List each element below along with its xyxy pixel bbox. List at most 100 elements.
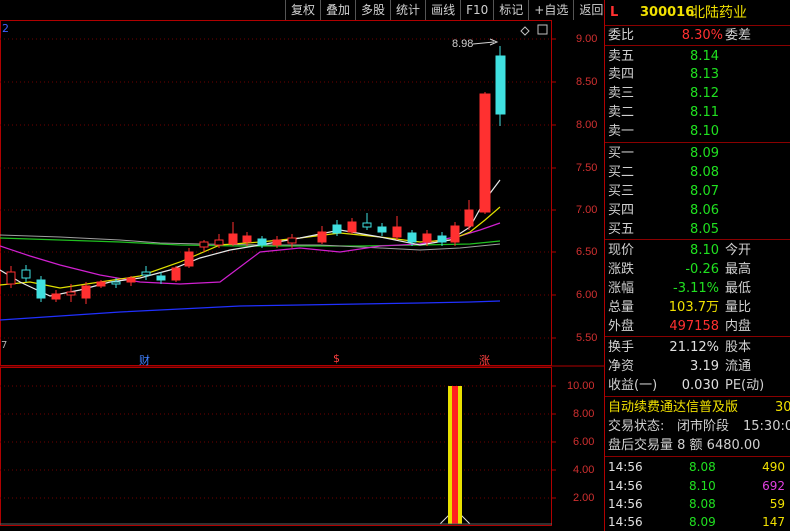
candle: [422, 233, 432, 243]
sell-label: 卖五: [608, 49, 635, 64]
sell-row[interactable]: 卖五 8.14: [605, 48, 790, 65]
tick-time: 14:56: [608, 479, 643, 493]
tick-row: 14:56 8.10 692: [605, 477, 790, 495]
volume-bar-inner: [452, 386, 458, 524]
panel-resize-icon[interactable]: [537, 24, 548, 35]
volume-tick: 4.00: [573, 464, 595, 476]
sell-price: 8.10: [690, 124, 719, 139]
after-hours-text: 盘后交易量 8 额 6480.00: [608, 438, 761, 453]
buy-row[interactable]: 买二 8.08: [605, 164, 790, 181]
candle: [6, 271, 16, 285]
toolbar-button-f10[interactable]: F10: [460, 0, 493, 20]
diamond-icon[interactable]: [520, 26, 530, 36]
sell-row[interactable]: 卖四 8.13: [605, 66, 790, 83]
weicha-label: 委差: [725, 28, 752, 43]
stat-row: 现价 8.10 今开: [605, 242, 790, 259]
quote-header: L 300016 北陆药业: [605, 3, 790, 23]
buy-row[interactable]: 买四 8.06: [605, 202, 790, 219]
candle: [392, 226, 402, 238]
marquee-row[interactable]: 自动续费通达信普及版 30: [605, 399, 790, 416]
stat-label: 外盘: [608, 319, 635, 334]
stat-row: 涨幅 -3.11% 最低: [605, 280, 790, 297]
event-marker-dividend[interactable]: $: [333, 352, 340, 365]
candle: [96, 281, 106, 287]
marquee-text[interactable]: 自动续费通达信普及版: [608, 399, 738, 416]
sell-price: 8.13: [690, 67, 719, 82]
total-volume: 103.7万: [668, 300, 719, 315]
candle: [287, 237, 297, 244]
tick-row: 14:56 8.09 147: [605, 513, 790, 531]
event-marker-limit-up[interactable]: 涨: [479, 352, 490, 368]
buy-price: 8.08: [690, 165, 719, 180]
buy-row[interactable]: 买一 8.09: [605, 145, 790, 162]
candle: [377, 226, 387, 233]
price-tick: 6.00: [576, 289, 598, 301]
extra-label: 换手: [608, 340, 635, 355]
candle: [242, 235, 252, 243]
status-label: 交易状态:: [608, 419, 665, 434]
tick-row: 14:56 8.08 59: [605, 495, 790, 513]
candle: [51, 293, 61, 300]
toolbar-button-add-favorite[interactable]: +自选: [528, 0, 573, 20]
candle: [347, 221, 357, 233]
candle: [214, 239, 224, 246]
extra-row: 收益(一) 0.030 PE(动): [605, 377, 790, 394]
candle: [437, 235, 447, 243]
volume-panel-frame: [0, 367, 552, 526]
candle: [36, 279, 46, 299]
buy-label: 买一: [608, 146, 635, 161]
tick-volume: 147: [762, 515, 785, 529]
tick-time: 14:56: [608, 515, 643, 529]
after-hours-row: 盘后交易量 8 额 6480.00: [605, 437, 790, 454]
buy-row[interactable]: 买三 8.07: [605, 183, 790, 200]
stat-label: 涨幅: [608, 281, 635, 296]
toolbar-button-statistics[interactable]: 统计: [390, 0, 425, 20]
volume-tick: 8.00: [573, 408, 595, 420]
kline-chart[interactable]: [0, 20, 604, 531]
buy-label: 买二: [608, 165, 635, 180]
stat-label: 总量: [608, 300, 635, 315]
candle: [141, 271, 151, 276]
price-tick: 7.50: [576, 162, 598, 174]
ma-line-yellow: [0, 206, 501, 289]
candle: [126, 277, 136, 283]
event-marker-finance[interactable]: 财: [139, 352, 150, 368]
sell-row[interactable]: 卖一 8.10: [605, 123, 790, 140]
toolbar-button-mark[interactable]: 标记: [493, 0, 528, 20]
candle: [495, 55, 506, 115]
candle: [184, 251, 194, 267]
buy-row[interactable]: 买五 8.05: [605, 221, 790, 238]
stat-label-2: 今开: [725, 243, 752, 258]
sell-label: 卖四: [608, 67, 635, 82]
tick-price: 8.08: [689, 460, 716, 474]
tick-volume: 692: [762, 479, 785, 493]
toolbar-button-draw-line[interactable]: 画线: [425, 0, 460, 20]
ma-line-blue: [0, 300, 501, 321]
current-price: 8.10: [690, 243, 719, 258]
sell-row[interactable]: 卖二 8.11: [605, 104, 790, 121]
sell-row[interactable]: 卖三 8.12: [605, 85, 790, 102]
candle: [464, 209, 474, 227]
high-marker-line: [472, 41, 495, 45]
eps-value: 0.030: [681, 378, 719, 393]
toolbar-button-multi-stock[interactable]: 多股: [355, 0, 390, 20]
header-letter: L: [610, 5, 619, 20]
net-asset-value: 3.19: [690, 359, 719, 374]
candle: [66, 291, 76, 296]
toolbar-button-overlay[interactable]: 叠加: [320, 0, 355, 20]
high-price-label: 8.98: [452, 38, 474, 50]
price-tick: 8.50: [576, 76, 598, 88]
marquee-tail: 30: [775, 400, 790, 415]
buy-price: 8.06: [690, 203, 719, 218]
candle: [111, 281, 121, 285]
status-time: 15:30:0: [743, 419, 790, 434]
sell-price: 8.11: [690, 105, 719, 120]
status-value: 闭市阶段: [677, 419, 730, 434]
stat-label-2: 最高: [725, 262, 752, 277]
tick-price: 8.09: [689, 515, 716, 529]
candle: [479, 93, 491, 213]
stat-label-2: 内盘: [725, 319, 752, 334]
extra-label: 净资: [608, 359, 635, 374]
toolbar-button-fuquan[interactable]: 复权: [285, 0, 320, 20]
price-tick: 6.50: [576, 246, 598, 258]
